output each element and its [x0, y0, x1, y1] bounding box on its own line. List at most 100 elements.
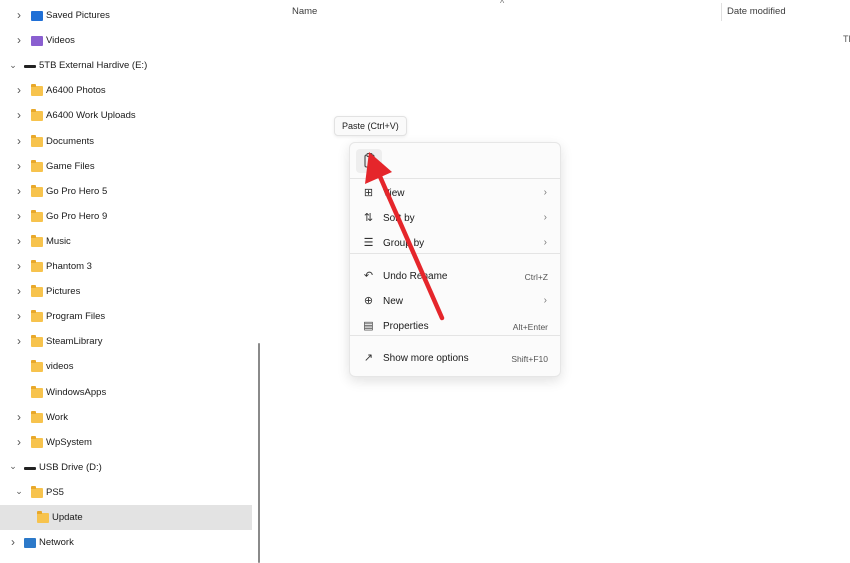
sidebar-item[interactable]: › WpSystem: [0, 430, 252, 455]
expand-chevron-icon[interactable]: ›: [14, 108, 24, 122]
expand-chevron-icon[interactable]: ›: [8, 535, 18, 549]
expand-chevron-icon[interactable]: ›: [14, 8, 24, 22]
expand-chevron-icon[interactable]: ›: [14, 284, 24, 298]
expand-chevron-icon[interactable]: ›: [14, 334, 24, 348]
menu-item-view[interactable]: ⊞ View ›: [350, 182, 560, 206]
expand-chevron-icon[interactable]: ›: [14, 83, 24, 97]
expand-chevron-icon[interactable]: ›: [14, 33, 24, 47]
sidebar-item-label: PS5: [46, 486, 64, 498]
sidebar-item-label: Phantom 3: [46, 261, 92, 272]
menu-item-shortcut: Alt+Enter: [512, 322, 548, 332]
collapse-chevron-icon[interactable]: ⌄: [14, 486, 24, 497]
sidebar-item[interactable]: › A6400 Work Uploads: [0, 103, 252, 128]
column-type-header-truncated[interactable]: Tl: [843, 34, 850, 44]
grid-icon: ⊞: [363, 187, 374, 199]
sidebar-item[interactable]: › Game Files: [0, 154, 252, 179]
properties-icon: ▤: [363, 320, 374, 332]
collapse-chevron-icon[interactable]: ⌄: [8, 461, 18, 472]
more-options-icon: ↗: [363, 352, 374, 364]
sort-ascending-icon: ^: [500, 0, 505, 8]
sidebar-scrollbar[interactable]: [258, 343, 260, 563]
folder-icon: [31, 209, 43, 222]
menu-item-label: View: [383, 188, 405, 199]
expand-chevron-icon[interactable]: ›: [14, 159, 24, 173]
folder-icon: [31, 134, 43, 147]
menu-item-show-more-options[interactable]: ↗ Show more options Shift+F10: [350, 347, 560, 371]
submenu-chevron-icon: ›: [543, 237, 547, 248]
folder-icon: [31, 360, 43, 373]
sidebar-item[interactable]: › Work: [0, 405, 252, 430]
sidebar-item-label: SteamLibrary: [46, 336, 103, 348]
folder-icon: [31, 435, 43, 448]
sidebar-item[interactable]: › SteamLibrary: [0, 329, 252, 354]
expand-chevron-icon[interactable]: ›: [14, 134, 24, 148]
menu-item-shortcut: Ctrl+Z: [524, 272, 548, 282]
sidebar-item[interactable]: › Network: [0, 530, 252, 555]
sidebar-item[interactable]: WindowsApps: [0, 380, 252, 405]
expand-chevron-icon[interactable]: ›: [14, 234, 24, 248]
folder-icon: [31, 109, 43, 122]
expand-chevron-icon[interactable]: ›: [14, 410, 24, 424]
sidebar-item[interactable]: › Go Pro Hero 5: [0, 179, 252, 204]
menu-item-label: Properties: [383, 321, 429, 332]
menu-item-new[interactable]: ⊕ New ›: [350, 290, 560, 314]
sidebar-item[interactable]: ⌄ 5TB External Hardive (E:): [0, 53, 252, 78]
expand-chevron-icon[interactable]: ›: [14, 184, 24, 198]
sidebar-item-label: Program Files: [46, 311, 106, 323]
folder-icon: [31, 485, 43, 498]
sidebar-item[interactable]: › Documents: [0, 129, 252, 154]
sidebar-item[interactable]: › A6400 Photos: [0, 78, 252, 103]
sidebar-item-label: Documents: [46, 135, 95, 147]
column-name-header[interactable]: Name: [292, 6, 317, 17]
sidebar-item-label: Work: [46, 411, 68, 423]
expand-chevron-icon[interactable]: ›: [14, 259, 24, 273]
sidebar-item[interactable]: › Videos: [0, 28, 252, 53]
paste-button[interactable]: [356, 149, 382, 173]
menu-item-sort-by[interactable]: ⇅ Sort by ›: [350, 207, 560, 231]
folder-icon: [31, 184, 43, 197]
expand-chevron-icon[interactable]: ›: [14, 209, 24, 223]
menu-item-properties[interactable]: ▤ Properties Alt+Enter: [350, 315, 560, 339]
column-date-modified-header[interactable]: Date modified: [727, 6, 786, 17]
drive-icon: [24, 466, 36, 470]
column-divider[interactable]: [721, 3, 722, 21]
folder-icon: [31, 234, 43, 247]
group-icon: ☰: [363, 237, 374, 249]
menu-item-label: Show more options: [383, 353, 469, 364]
sidebar-item[interactable]: › Pictures: [0, 279, 252, 304]
pictures-icon: [31, 11, 43, 21]
collapse-chevron-icon[interactable]: ⌄: [8, 60, 18, 70]
sidebar-item-label: videos: [46, 361, 74, 373]
sidebar-item[interactable]: videos: [0, 354, 252, 379]
sidebar-item[interactable]: › Go Pro Hero 9: [0, 204, 252, 229]
sidebar-item[interactable]: › Saved Pictures: [0, 3, 252, 28]
sort-icon: ⇅: [363, 212, 374, 224]
expand-chevron-icon[interactable]: ›: [14, 309, 24, 323]
menu-item-undo-rename[interactable]: ↶ Undo Rename Ctrl+Z: [350, 265, 560, 289]
drive-icon: [24, 65, 36, 69]
sidebar-item[interactable]: Update: [0, 505, 252, 530]
menu-item-group-by[interactable]: ☰ Group by ›: [350, 232, 560, 256]
undo-icon: ↶: [363, 270, 374, 282]
plus-circle-icon: ⊕: [363, 295, 374, 307]
sidebar-item[interactable]: ⌄ PS5: [0, 480, 252, 505]
sidebar-item-label: Network: [39, 537, 74, 549]
expand-chevron-icon[interactable]: ›: [14, 435, 24, 449]
clipboard-icon: [364, 153, 375, 168]
sidebar-item-label: Pictures: [46, 286, 81, 298]
videos-icon: [31, 36, 43, 47]
sidebar-item[interactable]: › Phantom 3: [0, 254, 252, 279]
sidebar-item-label: Game Files: [46, 160, 95, 172]
sidebar-item[interactable]: › Music: [0, 229, 252, 254]
context-menu: ⊞ View › ⇅ Sort by › ☰ Group by › ↶ Undo Rename Ctr…: [349, 142, 561, 377]
menu-item-label: New: [383, 296, 404, 307]
submenu-chevron-icon: ›: [543, 295, 547, 306]
sidebar-item-label: 5TB External Hardive (E:): [39, 60, 148, 72]
sidebar-item-label: Videos: [46, 35, 75, 47]
submenu-chevron-icon: ›: [543, 212, 547, 223]
folder-icon: [31, 84, 43, 97]
sidebar-item-label: Update: [52, 512, 83, 523]
sidebar-item[interactable]: › Program Files: [0, 304, 252, 329]
folder-icon: [31, 385, 43, 398]
sidebar-item[interactable]: ⌄ USB Drive (D:): [0, 455, 252, 480]
